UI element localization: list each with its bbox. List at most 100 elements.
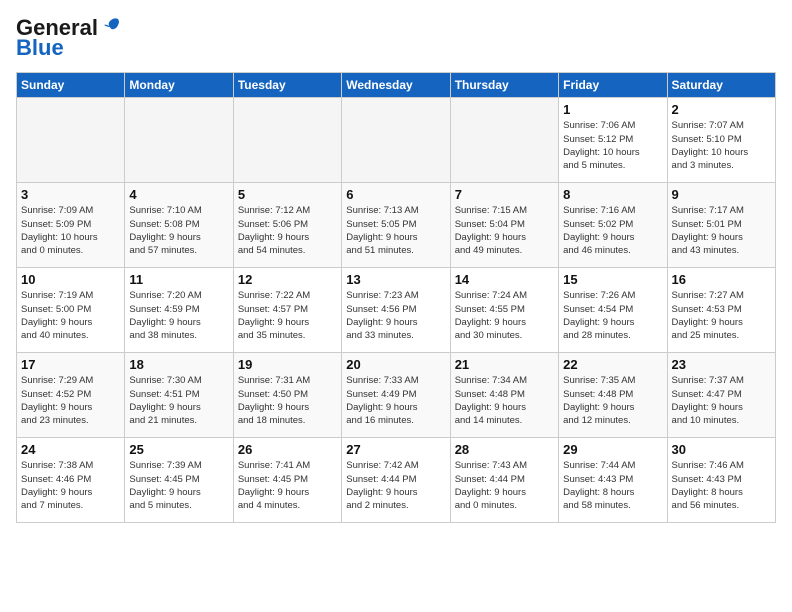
calendar-cell: 16 Sunrise: 7:27 AM Sunset: 4:53 PM Dayli… [667,268,775,353]
day-number: 18 [129,357,228,372]
day-info: Sunrise: 7:38 AM Sunset: 4:46 PM Dayligh… [21,459,120,512]
calendar-cell: 14 Sunrise: 7:24 AM Sunset: 4:55 PM Dayli… [450,268,558,353]
day-number: 30 [672,442,771,457]
calendar-cell [233,98,341,183]
day-number: 17 [21,357,120,372]
day-number: 12 [238,272,337,287]
calendar-cell: 21 Sunrise: 7:34 AM Sunset: 4:48 PM Dayli… [450,353,558,438]
day-number: 9 [672,187,771,202]
calendar-cell: 15 Sunrise: 7:26 AM Sunset: 4:54 PM Dayli… [559,268,667,353]
calendar-cell: 17 Sunrise: 7:29 AM Sunset: 4:52 PM Dayli… [17,353,125,438]
calendar-cell: 28 Sunrise: 7:43 AM Sunset: 4:44 PM Dayli… [450,438,558,523]
day-number: 25 [129,442,228,457]
day-info: Sunrise: 7:34 AM Sunset: 4:48 PM Dayligh… [455,374,554,427]
day-number: 2 [672,102,771,117]
day-number: 21 [455,357,554,372]
day-number: 26 [238,442,337,457]
day-info: Sunrise: 7:19 AM Sunset: 5:00 PM Dayligh… [21,289,120,342]
day-info: Sunrise: 7:26 AM Sunset: 4:54 PM Dayligh… [563,289,662,342]
calendar-cell [450,98,558,183]
day-number: 24 [21,442,120,457]
day-number: 7 [455,187,554,202]
calendar-cell: 27Sunrise: 7:42 AM Sunset: 4:44 PM Dayli… [342,438,450,523]
calendar-cell: 30Sunrise: 7:46 AM Sunset: 4:43 PM Dayli… [667,438,775,523]
day-number: 23 [672,357,771,372]
day-info: Sunrise: 7:37 AM Sunset: 4:47 PM Dayligh… [672,374,771,427]
day-info: Sunrise: 7:15 AM Sunset: 5:04 PM Dayligh… [455,204,554,257]
calendar-cell: 10 Sunrise: 7:19 AM Sunset: 5:00 PM Dayli… [17,268,125,353]
day-info: Sunrise: 7:39 AM Sunset: 4:45 PM Dayligh… [129,459,228,512]
weekday-header-monday: Monday [125,73,233,98]
calendar-cell: 5Sunrise: 7:12 AM Sunset: 5:06 PM Daylig… [233,183,341,268]
day-info: Sunrise: 7:35 AM Sunset: 4:48 PM Dayligh… [563,374,662,427]
day-number: 4 [129,187,228,202]
calendar-body: 1Sunrise: 7:06 AM Sunset: 5:12 PM Daylig… [17,98,776,523]
day-info: Sunrise: 7:20 AM Sunset: 4:59 PM Dayligh… [129,289,228,342]
day-info: Sunrise: 7:13 AM Sunset: 5:05 PM Dayligh… [346,204,445,257]
day-number: 11 [129,272,228,287]
day-number: 28 [455,442,554,457]
day-info: Sunrise: 7:23 AM Sunset: 4:56 PM Dayligh… [346,289,445,342]
calendar-table: SundayMondayTuesdayWednesdayThursdayFrid… [16,72,776,523]
day-number: 6 [346,187,445,202]
day-number: 19 [238,357,337,372]
day-info: Sunrise: 7:16 AM Sunset: 5:02 PM Dayligh… [563,204,662,257]
calendar-cell: 8Sunrise: 7:16 AM Sunset: 5:02 PM Daylig… [559,183,667,268]
day-info: Sunrise: 7:33 AM Sunset: 4:49 PM Dayligh… [346,374,445,427]
header: General Blue [16,16,776,60]
day-number: 13 [346,272,445,287]
week-row-1: 3 Sunrise: 7:09 AM Sunset: 5:09 PM Daylig… [17,183,776,268]
day-info: Sunrise: 7:41 AM Sunset: 4:45 PM Dayligh… [238,459,337,512]
day-info: Sunrise: 7:06 AM Sunset: 5:12 PM Dayligh… [563,119,662,172]
calendar-cell: 2Sunrise: 7:07 AM Sunset: 5:10 PM Daylig… [667,98,775,183]
weekday-header-row: SundayMondayTuesdayWednesdayThursdayFrid… [17,73,776,98]
calendar-cell [342,98,450,183]
calendar-cell: 18Sunrise: 7:30 AM Sunset: 4:51 PM Dayli… [125,353,233,438]
logo-bird-icon [100,15,122,37]
calendar-cell: 13 Sunrise: 7:23 AM Sunset: 4:56 PM Dayli… [342,268,450,353]
calendar-cell: 7 Sunrise: 7:15 AM Sunset: 5:04 PM Daylig… [450,183,558,268]
week-row-3: 17 Sunrise: 7:29 AM Sunset: 4:52 PM Dayli… [17,353,776,438]
calendar-cell: 25 Sunrise: 7:39 AM Sunset: 4:45 PM Dayli… [125,438,233,523]
week-row-0: 1Sunrise: 7:06 AM Sunset: 5:12 PM Daylig… [17,98,776,183]
day-number: 14 [455,272,554,287]
logo: General Blue [16,16,122,60]
calendar-cell: 12 Sunrise: 7:22 AM Sunset: 4:57 PM Dayli… [233,268,341,353]
day-info: Sunrise: 7:31 AM Sunset: 4:50 PM Dayligh… [238,374,337,427]
calendar-cell: 11 Sunrise: 7:20 AM Sunset: 4:59 PM Dayli… [125,268,233,353]
day-number: 15 [563,272,662,287]
day-info: Sunrise: 7:42 AM Sunset: 4:44 PM Dayligh… [346,459,445,512]
calendar-cell: 1Sunrise: 7:06 AM Sunset: 5:12 PM Daylig… [559,98,667,183]
day-number: 10 [21,272,120,287]
logo-blue: Blue [16,36,64,60]
day-number: 5 [238,187,337,202]
weekday-header-sunday: Sunday [17,73,125,98]
weekday-header-friday: Friday [559,73,667,98]
weekday-header-thursday: Thursday [450,73,558,98]
day-info: Sunrise: 7:43 AM Sunset: 4:44 PM Dayligh… [455,459,554,512]
calendar-cell: 29Sunrise: 7:44 AM Sunset: 4:43 PM Dayli… [559,438,667,523]
calendar-cell: 22 Sunrise: 7:35 AM Sunset: 4:48 PM Dayli… [559,353,667,438]
calendar-cell: 19 Sunrise: 7:31 AM Sunset: 4:50 PM Dayli… [233,353,341,438]
calendar-cell: 20Sunrise: 7:33 AM Sunset: 4:49 PM Dayli… [342,353,450,438]
calendar-cell: 24 Sunrise: 7:38 AM Sunset: 4:46 PM Dayli… [17,438,125,523]
calendar-cell: 9 Sunrise: 7:17 AM Sunset: 5:01 PM Daylig… [667,183,775,268]
day-info: Sunrise: 7:24 AM Sunset: 4:55 PM Dayligh… [455,289,554,342]
week-row-4: 24 Sunrise: 7:38 AM Sunset: 4:46 PM Dayli… [17,438,776,523]
day-info: Sunrise: 7:29 AM Sunset: 4:52 PM Dayligh… [21,374,120,427]
day-info: Sunrise: 7:27 AM Sunset: 4:53 PM Dayligh… [672,289,771,342]
day-number: 16 [672,272,771,287]
calendar-cell: 4Sunrise: 7:10 AM Sunset: 5:08 PM Daylig… [125,183,233,268]
day-number: 22 [563,357,662,372]
calendar-cell [125,98,233,183]
day-info: Sunrise: 7:17 AM Sunset: 5:01 PM Dayligh… [672,204,771,257]
week-row-2: 10 Sunrise: 7:19 AM Sunset: 5:00 PM Dayli… [17,268,776,353]
day-info: Sunrise: 7:09 AM Sunset: 5:09 PM Dayligh… [21,204,120,257]
weekday-header-tuesday: Tuesday [233,73,341,98]
day-number: 3 [21,187,120,202]
day-info: Sunrise: 7:22 AM Sunset: 4:57 PM Dayligh… [238,289,337,342]
weekday-header-saturday: Saturday [667,73,775,98]
calendar-cell: 6 Sunrise: 7:13 AM Sunset: 5:05 PM Daylig… [342,183,450,268]
calendar-cell: 23 Sunrise: 7:37 AM Sunset: 4:47 PM Dayli… [667,353,775,438]
weekday-header-wednesday: Wednesday [342,73,450,98]
